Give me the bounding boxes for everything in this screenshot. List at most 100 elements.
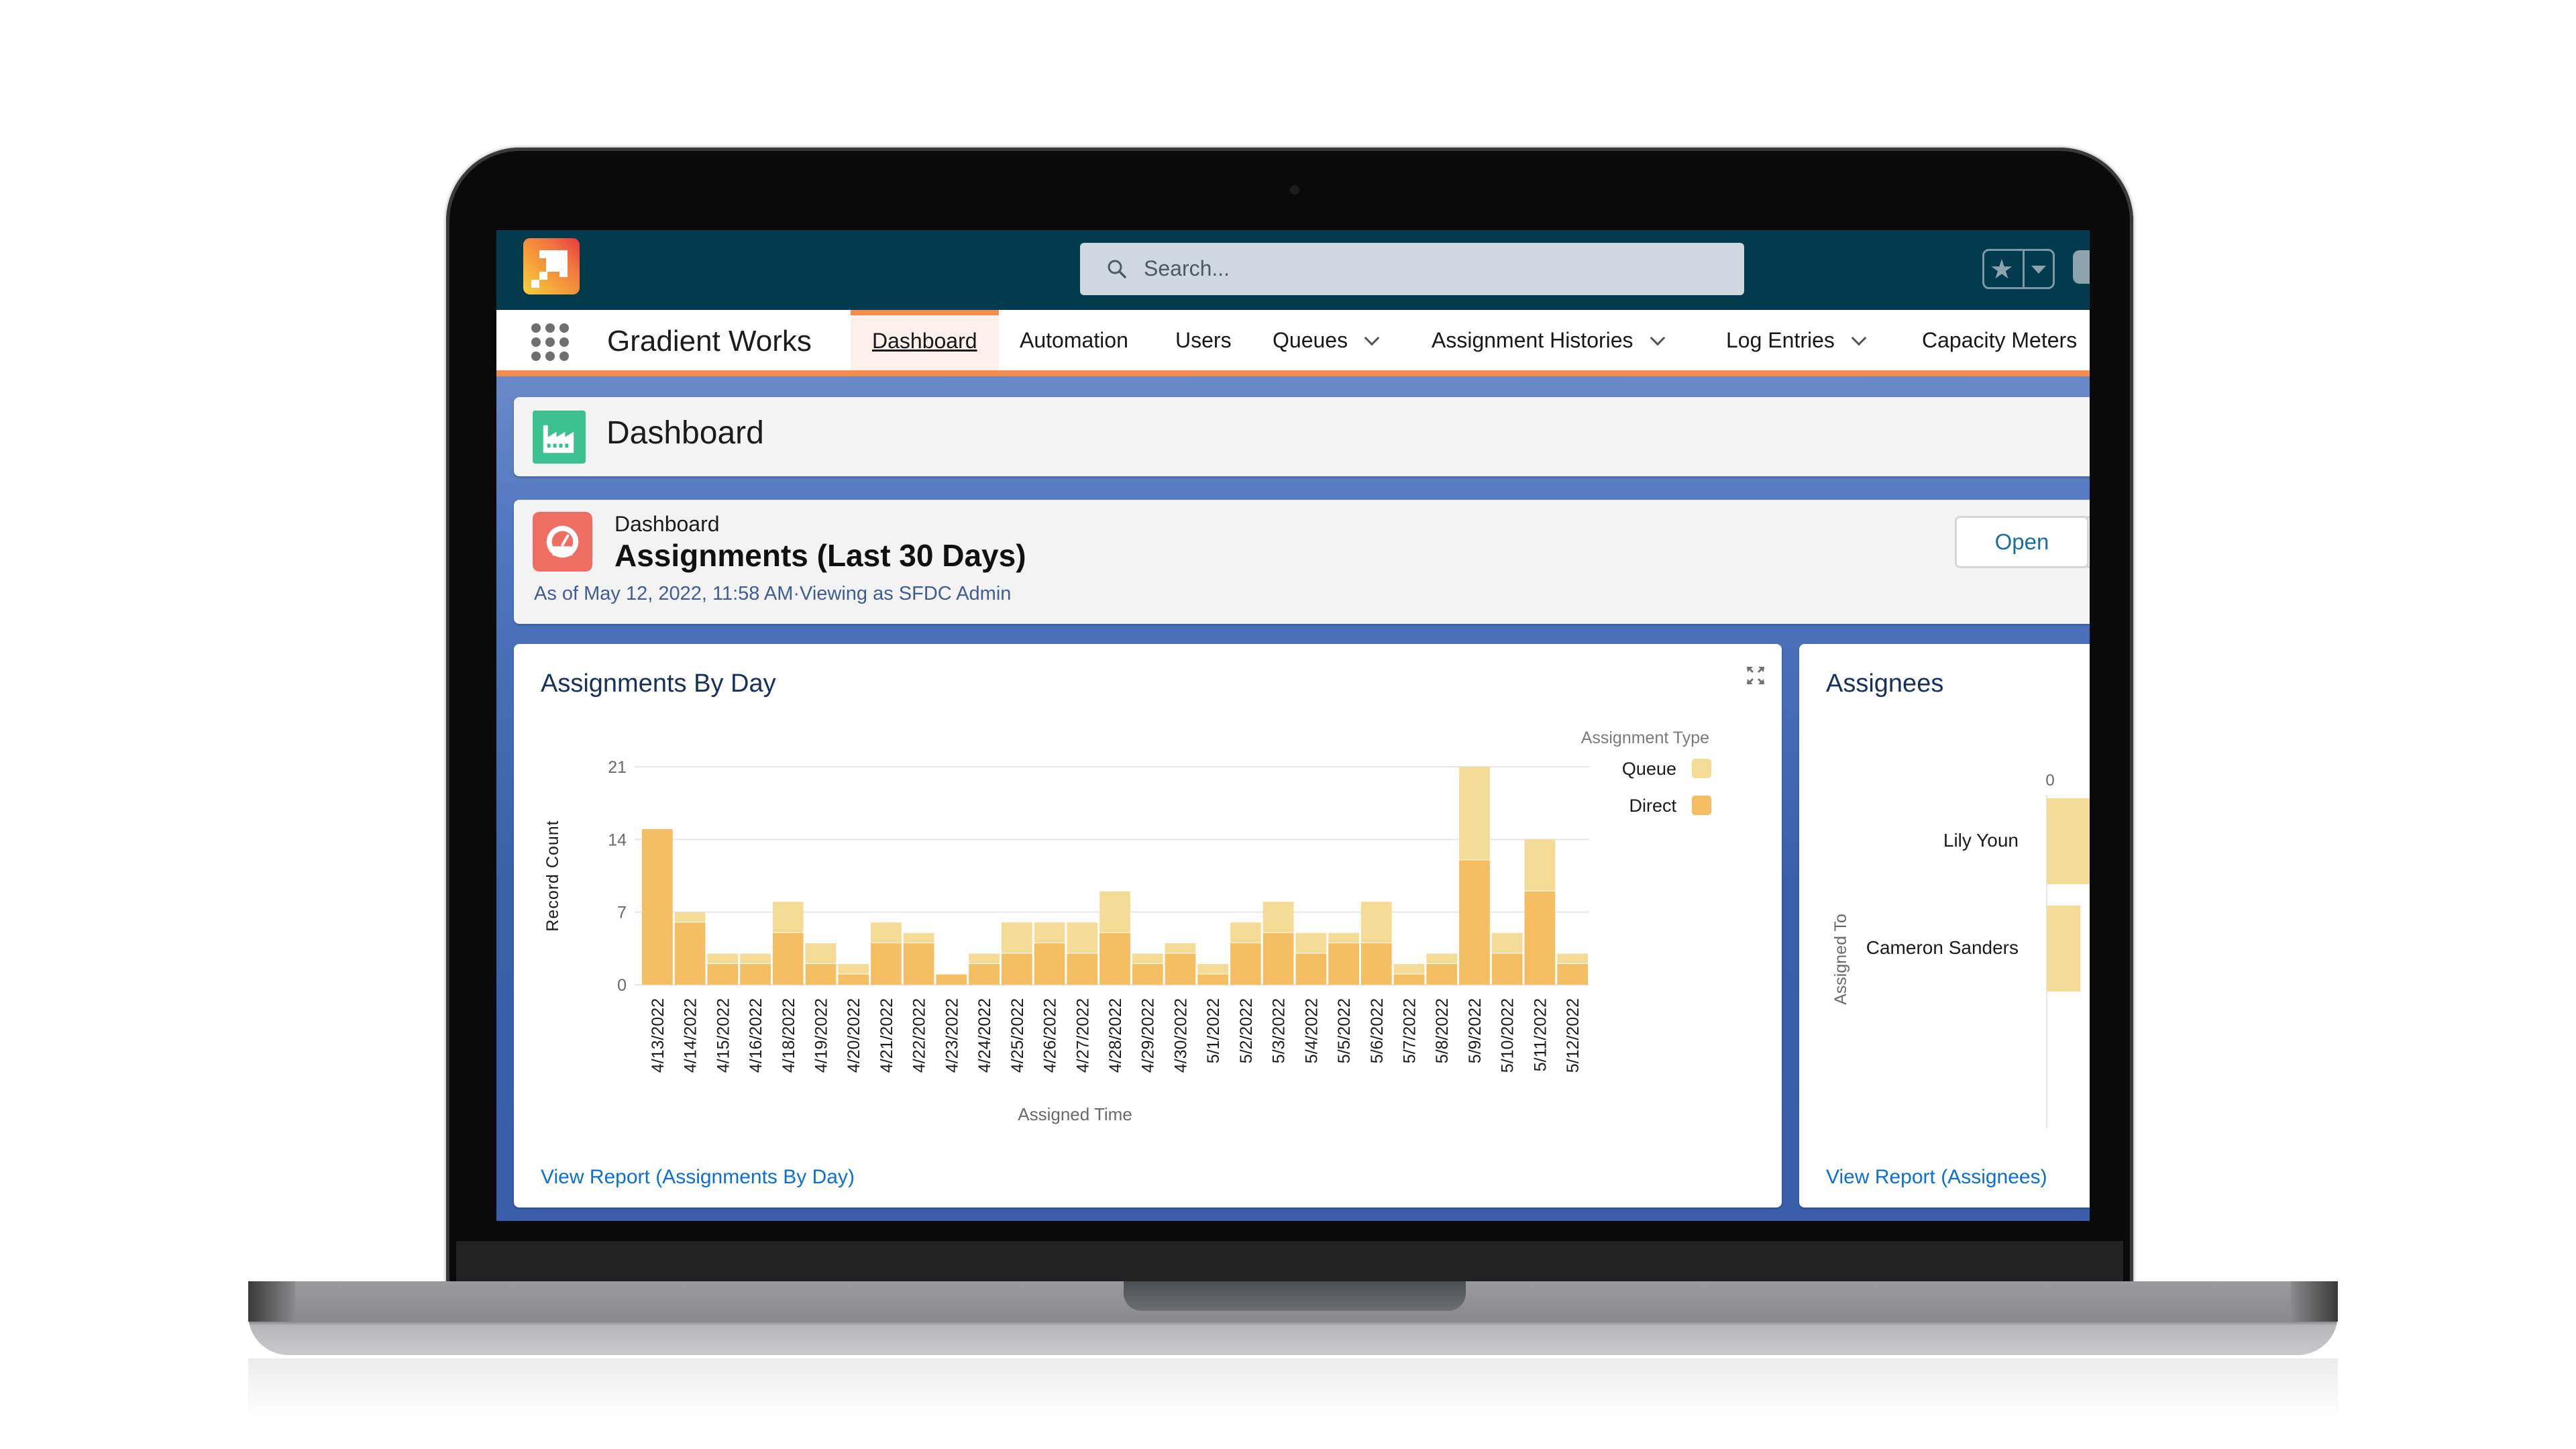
laptop-notch xyxy=(1124,1281,1466,1311)
factory-icon xyxy=(533,411,586,464)
x-tick-label: 5/12/2022 xyxy=(1564,998,1582,1073)
bar-queue xyxy=(1295,932,1327,953)
bar-direct xyxy=(707,964,739,985)
bar-queue xyxy=(1034,922,1065,943)
nav-accent-strip xyxy=(496,370,2090,376)
x-tick-label: 4/19/2022 xyxy=(812,998,830,1073)
legend-label: Queue xyxy=(1622,759,1676,779)
bar-direct xyxy=(903,943,934,985)
x-tick-label: 4/16/2022 xyxy=(747,998,765,1073)
x-tick-label: 5/9/2022 xyxy=(1466,998,1485,1063)
app-launcher-icon[interactable] xyxy=(531,323,569,361)
x-tick-label: 4/14/2022 xyxy=(682,998,700,1073)
caret-down-icon[interactable] xyxy=(2031,266,2046,274)
bar-direct xyxy=(1230,943,1261,985)
bar-queue xyxy=(1328,932,1359,943)
bar-direct xyxy=(1001,953,1032,985)
tab-label: Assignment Histories xyxy=(1432,328,1633,352)
bar-direct xyxy=(1132,964,1163,985)
legend-swatch xyxy=(1692,759,1711,778)
bar-direct xyxy=(871,943,902,985)
bar-direct xyxy=(1034,943,1065,985)
bar-direct xyxy=(1360,943,1392,985)
marketing-laptop-mockup: Search... ★ Gradient Works Dashboard Aut… xyxy=(0,0,2576,1449)
plus-icon[interactable] xyxy=(2073,250,2090,284)
tab-queues[interactable]: Queues xyxy=(1273,310,1380,370)
tab-automation[interactable]: Automation xyxy=(1020,310,1128,370)
bar-direct xyxy=(1263,932,1294,985)
y-tick-label: 21 xyxy=(608,758,627,777)
x-tick-label: 5/3/2022 xyxy=(1270,998,1289,1063)
x-tick-label: 4/21/2022 xyxy=(877,998,896,1073)
tab-log-entries[interactable]: Log Entries xyxy=(1726,310,1867,370)
x-tick-label: 4/13/2022 xyxy=(649,998,667,1073)
bar-queue xyxy=(871,922,902,943)
x-tick-label: 4/25/2022 xyxy=(1008,998,1027,1073)
dashboard-kicker: Dashboard xyxy=(614,512,720,536)
chevron-down-icon[interactable] xyxy=(1851,330,1867,346)
bar-queue xyxy=(1230,922,1261,943)
bar-direct xyxy=(1459,860,1490,985)
bar-queue xyxy=(1197,964,1229,974)
dashboard-header: Dashboard Assignments (Last 30 Days) As … xyxy=(514,500,2090,624)
bar-direct xyxy=(1295,953,1327,985)
x-tick-label: 4/20/2022 xyxy=(845,998,863,1073)
category-label: Cameron Sanders xyxy=(1866,937,2019,958)
gradient-works-logo[interactable] xyxy=(523,238,580,294)
more-actions-button[interactable] xyxy=(2087,516,2090,568)
bar-direct xyxy=(1165,953,1196,985)
x-tick-label: 4/27/2022 xyxy=(1073,998,1092,1073)
y-tick-label: 7 xyxy=(617,904,627,922)
bar-cameron-sanders xyxy=(2047,906,2080,991)
tab-dashboard[interactable]: Dashboard xyxy=(851,310,999,370)
chevron-down-icon[interactable] xyxy=(1650,330,1665,346)
global-header: Search... ★ xyxy=(496,230,2090,310)
tab-users[interactable]: Users xyxy=(1175,310,1232,370)
x-tick-label: 4/23/2022 xyxy=(943,998,961,1073)
assignments-bar-chart: 0 7 14 21 Record Count 4/13/2022 4/14/2022 4/15… xyxy=(543,729,1711,1124)
gauge-icon xyxy=(533,512,592,572)
bar-value-label: 1 xyxy=(2089,937,2090,958)
bar-direct xyxy=(1393,974,1425,985)
tab-label: Capacity Meters xyxy=(1922,328,2078,352)
bar-queue xyxy=(1132,953,1163,964)
tab-capacity-meters[interactable]: Capacity Meters xyxy=(1922,310,2077,370)
page-header: Dashboard xyxy=(514,397,2090,476)
open-button[interactable]: Open xyxy=(1955,516,2089,568)
bar-direct xyxy=(674,922,706,985)
x-tick-label: 4/15/2022 xyxy=(714,998,733,1073)
bar-queue xyxy=(1459,767,1490,860)
bar-queue xyxy=(1001,922,1032,953)
bar-direct xyxy=(1197,974,1229,985)
y-axis-label: Assigned To xyxy=(1831,914,1850,1005)
legend-swatch xyxy=(1692,796,1711,815)
bar-queue xyxy=(903,932,934,943)
assignees-bar-chart: Assigned To 0 Lily Youn Cameron Sanders … xyxy=(1831,771,2090,1128)
tab-assignment-histories[interactable]: Assignment Histories xyxy=(1432,310,1665,370)
page-title: Dashboard xyxy=(606,415,764,451)
screen: Search... ★ Gradient Works Dashboard Aut… xyxy=(496,230,2090,1221)
y-axis-label: Record Count xyxy=(543,820,562,931)
bar-queue xyxy=(1263,902,1294,932)
bar-direct xyxy=(1067,953,1098,985)
search-input[interactable]: Search... xyxy=(1080,243,1744,295)
favorites-button[interactable]: ★ xyxy=(1982,249,2055,289)
view-report-link[interactable]: View Report (Assignments By Day) xyxy=(541,1166,855,1189)
tab-label: Log Entries xyxy=(1726,328,1835,352)
view-report-link[interactable]: View Report (Assignees) xyxy=(1826,1166,2047,1189)
bar-queue xyxy=(838,964,869,974)
chevron-down-icon[interactable] xyxy=(1364,330,1380,346)
bar-queue xyxy=(805,943,837,964)
bar-queue xyxy=(1393,964,1425,974)
bar-direct xyxy=(642,828,673,985)
x-tick-label: 4/18/2022 xyxy=(780,998,798,1073)
bar-direct xyxy=(838,974,869,985)
category-label: Lily Youn xyxy=(1943,830,2019,851)
bar-direct xyxy=(1491,953,1523,985)
bar-queue xyxy=(707,953,739,964)
bar-queue xyxy=(740,953,771,964)
x-tick-label: 5/4/2022 xyxy=(1302,998,1321,1063)
assignees-card: Assignees Assigned To 0 Lily Youn Camero… xyxy=(1799,644,2090,1208)
x-tick-0: 0 xyxy=(2045,771,2054,790)
bar-queue xyxy=(1165,943,1196,953)
